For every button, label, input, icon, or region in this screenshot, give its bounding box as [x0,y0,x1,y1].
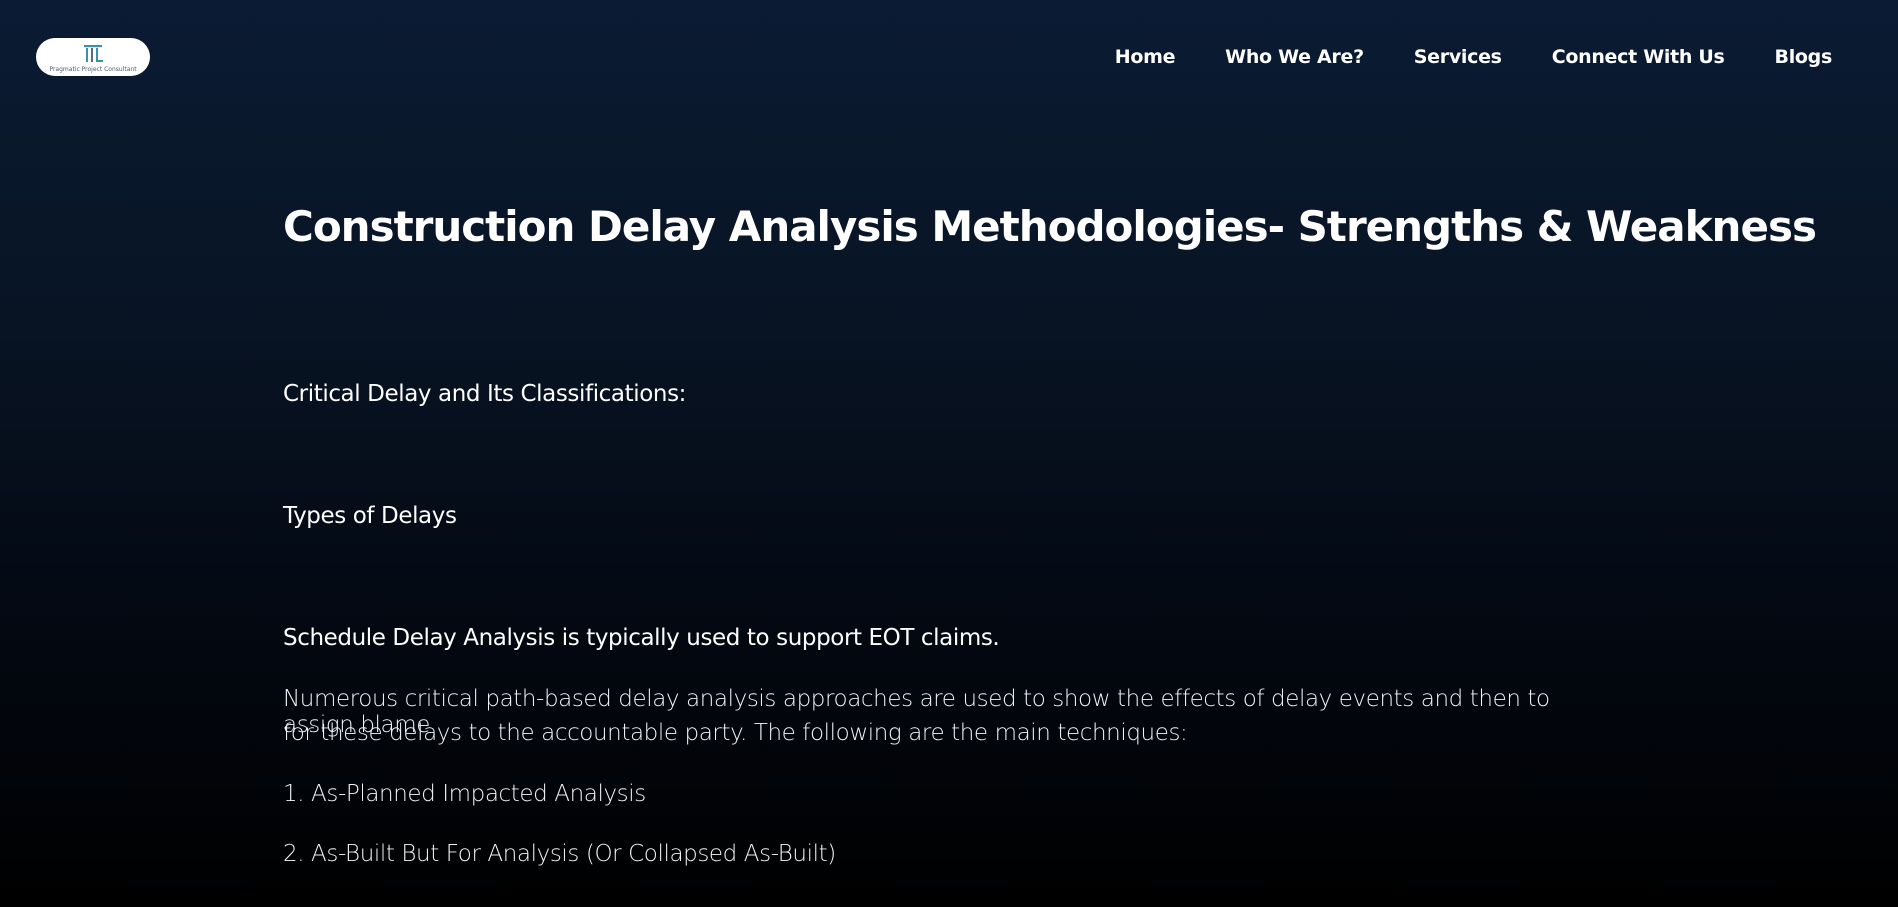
nav-services[interactable]: Services [1414,46,1502,68]
list-item: 2. As-Built But For Analysis (Or Collaps… [283,841,836,867]
intro-paragraph-line-2: for these delays to the accountable part… [283,720,1188,746]
main-nav: Home Who We Are? Services Connect With U… [1065,46,1833,68]
section-heading-types-of-delays: Types of Delays [283,503,457,529]
list-item: 1. As-Planned Impacted Analysis [283,781,646,807]
company-logo[interactable]: Pragmatic Project Consultant [36,38,150,76]
nav-home[interactable]: Home [1115,46,1176,68]
logo-pillar-icon [84,45,103,62]
nav-who-we-are[interactable]: Who We Are? [1225,46,1364,68]
section-heading-critical-delay: Critical Delay and Its Classifications: [283,381,687,407]
site-header: Pragmatic Project Consultant Home Who We… [0,0,1898,118]
nav-connect-with-us[interactable]: Connect With Us [1552,46,1725,68]
logo-text: Pragmatic Project Consultant [49,66,137,73]
nav-blogs[interactable]: Blogs [1775,46,1833,68]
page-title: Construction Delay Analysis Methodologie… [283,202,1817,251]
section-heading-schedule-delay: Schedule Delay Analysis is typically use… [283,625,1000,651]
